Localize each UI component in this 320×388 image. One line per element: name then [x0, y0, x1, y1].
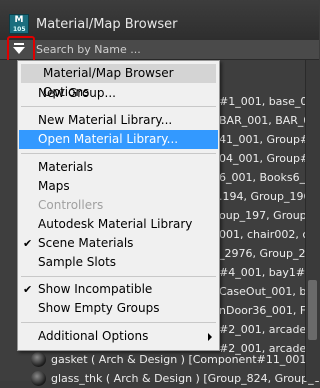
menu-item-materials[interactable]: Materials [18, 158, 219, 177]
submenu-arrow-icon [208, 333, 212, 341]
scrollbar-thumb[interactable] [308, 280, 317, 340]
menu-separator [21, 322, 216, 323]
menu-separator [21, 106, 216, 107]
menu-item-open-material-library[interactable]: Open Material Library... [19, 130, 218, 149]
menu-item-show-empty-groups[interactable]: Show Empty Groups [18, 299, 219, 318]
menu-item-scene-materials[interactable]: ✔ Scene Materials [18, 234, 219, 253]
options-dropdown-menu: Material/Map Browser Options New Group..… [17, 60, 220, 351]
checkmark-icon: ✔ [23, 283, 33, 296]
menu-item-sample-slots[interactable]: Sample Slots [18, 253, 219, 272]
material-swatch-icon [31, 352, 46, 367]
menu-item-new-group[interactable]: New Group... [18, 84, 219, 103]
search-bar [0, 40, 319, 60]
list-item[interactable]: glass_thk ( Arch & Design ) [Group_824, … [0, 369, 319, 388]
app-icon-number: 105 [13, 26, 26, 33]
menu-item-new-material-library[interactable]: New Material Library... [18, 111, 219, 130]
list-item[interactable]: gasket ( Arch & Design ) [Component#11_0… [0, 350, 319, 369]
vertical-scrollbar[interactable] [305, 60, 320, 381]
menu-separator [21, 153, 216, 154]
app-icon: M 105 [9, 14, 29, 34]
material-swatch-icon [31, 371, 46, 386]
menu-item-maps[interactable]: Maps [18, 177, 219, 196]
menu-header: Material/Map Browser Options [21, 64, 216, 99]
window-title: Material/Map Browser [36, 17, 178, 32]
checkmark-icon: ✔ [23, 237, 33, 250]
menu-item-additional-options[interactable]: Additional Options [18, 327, 219, 346]
menu-item-controllers: Controllers [38, 198, 104, 212]
search-input[interactable] [36, 42, 306, 57]
menu-item-show-incompatible[interactable]: ✔ Show Incompatible [18, 280, 219, 299]
title-bar: M 105 Material/Map Browser [0, 0, 319, 41]
app-icon-letter: M [14, 15, 24, 25]
menu-item-autodesk-material-library[interactable]: Autodesk Material Library [18, 215, 219, 234]
menu-separator [21, 276, 216, 277]
